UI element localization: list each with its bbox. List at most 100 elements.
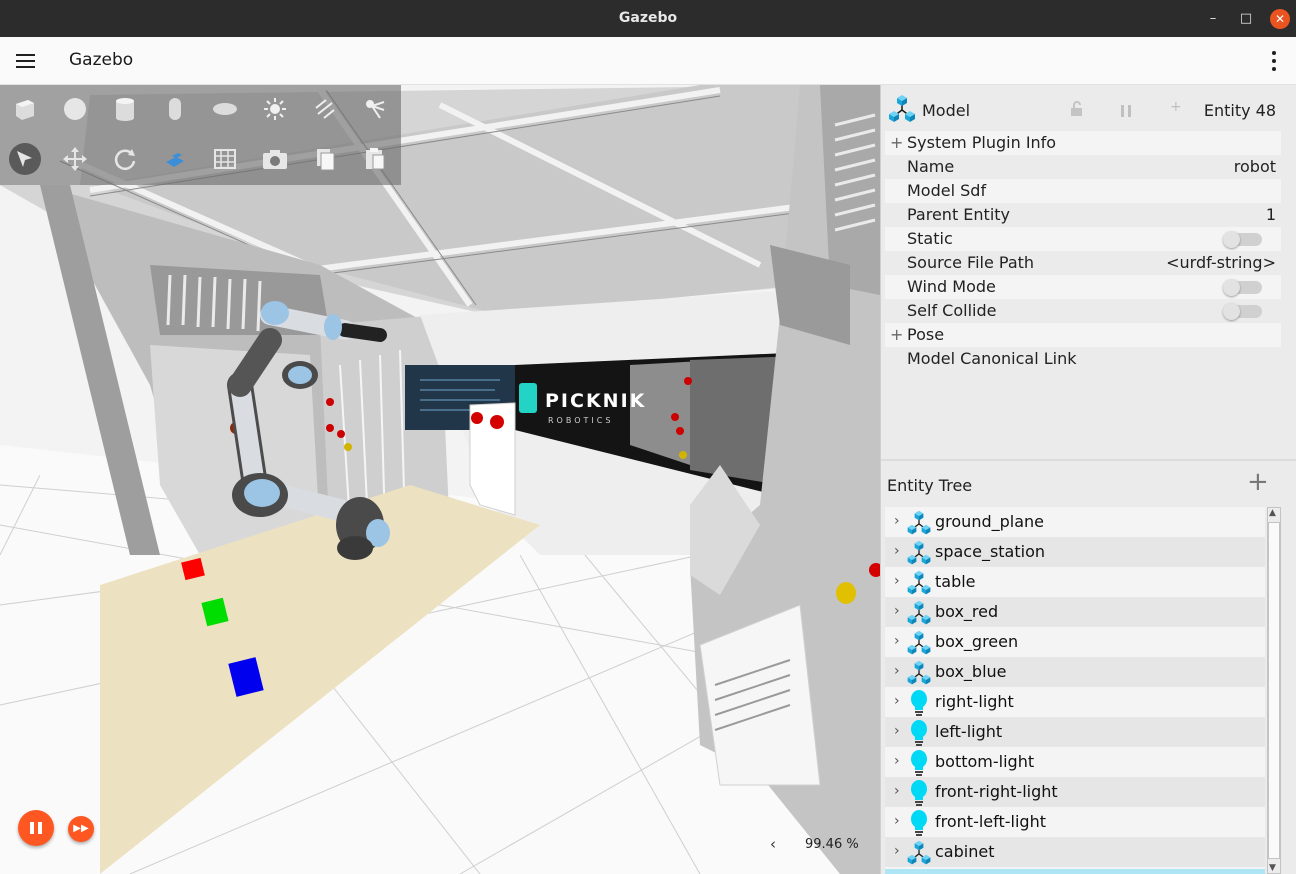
rotate-icon[interactable] [109, 143, 141, 175]
entity-tree-title: Entity Tree [887, 476, 973, 495]
right-panel: Model + Entity 48 + System Plugin Info N… [880, 85, 1296, 874]
grid-icon[interactable] [209, 143, 241, 175]
close-button[interactable]: ✕ [1270, 9, 1290, 29]
real-time-factor: 99.46 % [805, 837, 859, 852]
add-component-icon[interactable]: + [1170, 99, 1182, 115]
entity-id-label: Entity 48 [1203, 101, 1276, 120]
tree-item-box_blue[interactable]: › box_blue [885, 657, 1265, 687]
more-options-icon[interactable] [1262, 49, 1286, 73]
sphere-icon[interactable] [59, 93, 91, 125]
wind-mode-toggle[interactable] [1223, 279, 1262, 296]
tree-item-bottom-light[interactable]: › bottom-light [885, 747, 1265, 777]
tree-item-front-left-light[interactable]: › front-left-light [885, 807, 1265, 837]
prop-row-name: Name robot [885, 155, 1281, 179]
expand-chevron-icon[interactable]: › [894, 573, 900, 589]
scrollbar-thumb[interactable] [1268, 522, 1280, 859]
spot-light-icon[interactable] [359, 93, 391, 125]
prop-label: Model Sdf [907, 181, 987, 200]
step-button[interactable]: ▶▶ [68, 816, 94, 842]
app-bar: Gazebo [0, 37, 1296, 85]
rtf-expand-icon[interactable]: ‹ [770, 835, 776, 853]
window-titlebar: Gazebo – □ ✕ [0, 0, 1296, 37]
prop-row-model-canonical-link: Model Canonical Link [885, 347, 1281, 371]
prop-label: Static [907, 229, 953, 248]
model-icon [886, 93, 918, 129]
select-icon[interactable] [9, 143, 41, 175]
prop-row-static: Static [885, 227, 1281, 251]
tree-item-label: front-right-light [935, 782, 1058, 801]
prop-row-source-file-path: Source File Path <urdf-string> [885, 251, 1281, 275]
tree-item-label: box_blue [935, 662, 1007, 681]
tree-item-front-right-light[interactable]: › front-right-light [885, 777, 1265, 807]
expand-chevron-icon[interactable]: › [894, 783, 900, 799]
point-light-icon[interactable] [259, 93, 291, 125]
expand-icon[interactable]: + [890, 133, 903, 152]
tree-item-space_station[interactable]: › space_station [885, 537, 1265, 567]
prop-value-source-file-path: <urdf-string> [1166, 253, 1276, 272]
tree-item-label: front-left-light [935, 812, 1046, 831]
expand-chevron-icon[interactable]: › [894, 843, 900, 859]
box-icon[interactable] [9, 93, 41, 125]
translate-icon[interactable] [59, 143, 91, 175]
scene-3d-viewport[interactable]: PICKNIK ROBOTICS ▶▶ ‹ 99.46 % [0, 85, 880, 874]
expand-icon[interactable]: + [890, 325, 903, 344]
expand-chevron-icon[interactable]: › [894, 633, 900, 649]
static-toggle[interactable] [1223, 231, 1262, 248]
selected-row[interactable] [885, 869, 1265, 874]
add-entity-button[interactable]: + [1247, 467, 1269, 497]
pause-updates-icon[interactable] [1119, 103, 1133, 122]
prop-label: Self Collide [907, 301, 997, 320]
directional-light-icon[interactable] [309, 93, 341, 125]
prop-label: Model Canonical Link [907, 349, 1077, 368]
expand-chevron-icon[interactable]: › [894, 663, 900, 679]
prop-row-model-sdf: Model Sdf [885, 179, 1281, 203]
lock-icon[interactable] [1068, 100, 1086, 122]
prop-label: Wind Mode [907, 277, 996, 296]
scroll-up-icon[interactable]: ▲ [1269, 508, 1276, 518]
paste-icon[interactable] [359, 143, 391, 175]
entity-tree-header: Entity Tree + [881, 461, 1296, 505]
expand-chevron-icon[interactable]: › [894, 723, 900, 739]
tree-item-label: right-light [935, 692, 1014, 711]
picknik-logo-text: PICKNIK [545, 390, 646, 412]
cylinder-icon[interactable] [109, 93, 141, 125]
copy-icon[interactable] [309, 143, 341, 175]
minimize-button[interactable]: – [1203, 9, 1223, 29]
expand-chevron-icon[interactable]: › [894, 813, 900, 829]
expand-chevron-icon[interactable]: › [894, 693, 900, 709]
ellipsoid-icon[interactable] [209, 93, 241, 125]
entity-tree-scrollbar[interactable]: ▲ ▼ [1267, 507, 1281, 874]
tree-item-label: box_red [935, 602, 999, 621]
prop-value-name: robot [1233, 157, 1276, 176]
screenshot-icon[interactable] [259, 143, 291, 175]
app-title: Gazebo [69, 50, 134, 70]
tree-item-label: left-light [935, 722, 1003, 741]
maximize-button[interactable]: □ [1236, 9, 1256, 29]
tree-item-left-light[interactable]: › left-light [885, 717, 1265, 747]
prop-row-pose[interactable]: + Pose [885, 323, 1281, 347]
prop-row-system-plugin-info[interactable]: + System Plugin Info [885, 131, 1281, 155]
tree-item-ground_plane[interactable]: › ground_plane [885, 507, 1265, 537]
tree-item-right-light[interactable]: › right-light [885, 687, 1265, 717]
tree-item-box_red[interactable]: › box_red [885, 597, 1265, 627]
expand-chevron-icon[interactable]: › [894, 513, 900, 529]
transform-snap-icon[interactable] [159, 143, 191, 175]
tree-item-table[interactable]: › table [885, 567, 1265, 597]
tree-item-box_green[interactable]: › box_green [885, 627, 1265, 657]
prop-row-wind-mode: Wind Mode [885, 275, 1281, 299]
tree-item-cabinet[interactable]: › cabinet [885, 837, 1265, 867]
self-collide-toggle[interactable] [1223, 303, 1262, 320]
scroll-down-icon[interactable]: ▼ [1269, 863, 1276, 873]
picknik-logo-sub: ROBOTICS [548, 416, 613, 425]
tree-item-label: box_green [935, 632, 1019, 651]
prop-value-parent-entity: 1 [1265, 205, 1276, 224]
expand-chevron-icon[interactable]: › [894, 753, 900, 769]
menu-icon[interactable] [14, 49, 38, 73]
window-title: Gazebo [618, 10, 678, 26]
tree-item-label: cabinet [935, 842, 995, 861]
pause-button[interactable] [18, 810, 54, 846]
capsule-icon[interactable] [159, 93, 191, 125]
component-inspector-header: Model + Entity 48 [881, 85, 1296, 131]
expand-chevron-icon[interactable]: › [894, 543, 900, 559]
expand-chevron-icon[interactable]: › [894, 603, 900, 619]
